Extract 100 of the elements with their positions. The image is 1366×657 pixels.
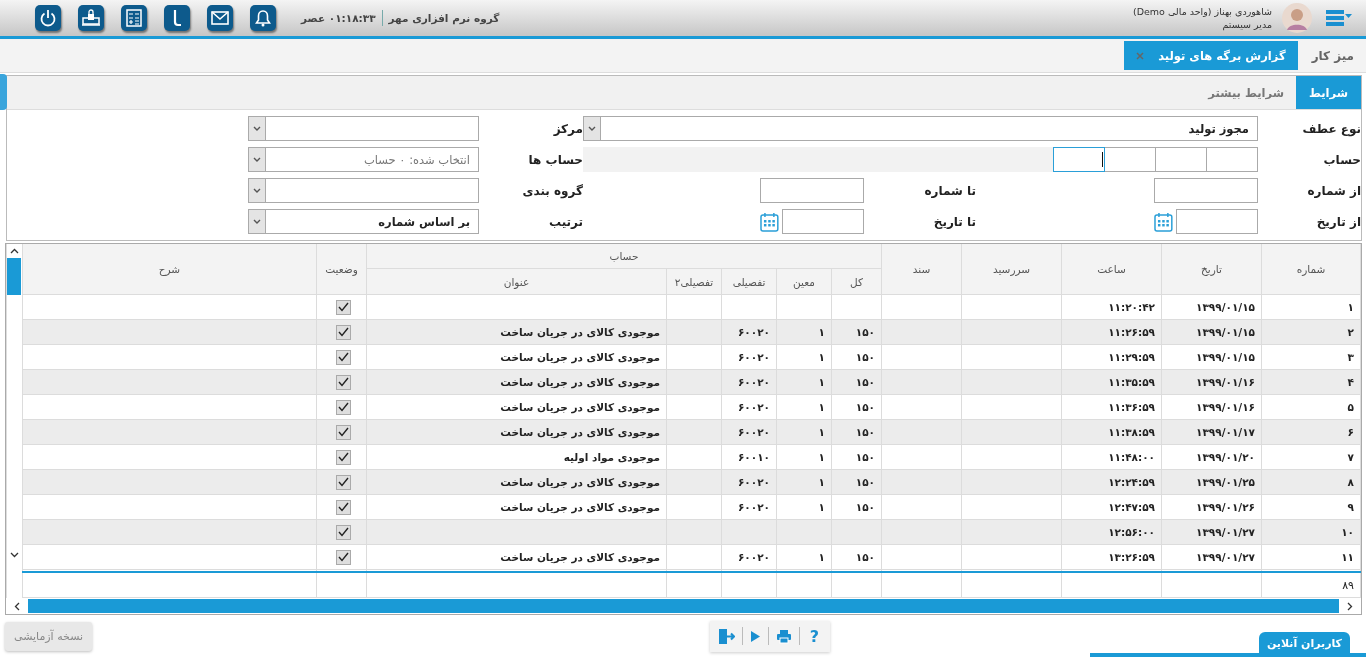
tab[interactable]: شرایط بیشتر — [1196, 76, 1296, 109]
exit-icon[interactable] — [717, 627, 735, 645]
table-cell: ۱ — [818, 426, 825, 438]
checkbox[interactable] — [335, 349, 351, 365]
table-row[interactable]: ۱ ۱۳۹۹/۰۱/۱۵ ۱۱:۲۰:۴۲ — [22, 294, 1361, 320]
table-row[interactable]: ۱۱ ۱۳۹۹/۰۱/۲۷ ۱۳:۲۶:۵۹ ۱۵۰ ۱ ۶۰۰۲۰ موجودی کالای در جریان ساخت — [22, 544, 1361, 570]
checkbox[interactable] — [335, 324, 351, 340]
dropdown-field[interactable]: بر اساس شماره — [248, 209, 479, 234]
dropdown-field[interactable] — [248, 116, 479, 141]
table-cell: ۶۰۰۲۰ — [737, 551, 770, 563]
table-cell: ۱۵۰ — [855, 476, 875, 488]
table-cell: ۱۱:۳۶:۵۹ — [1108, 401, 1155, 413]
table-row[interactable]: ۲ ۱۳۹۹/۰۱/۱۵ ۱۱:۲۶:۵۹ ۱۵۰ ۱ ۶۰۰۲۰ موجودی کالای در جریان ساخت — [22, 319, 1361, 345]
field-label: ترتیب — [547, 214, 583, 229]
checkbox[interactable] — [335, 549, 351, 565]
play-icon[interactable] — [749, 629, 761, 643]
table-cell: موجودی کالای در جریان ساخت — [500, 426, 660, 438]
column-header: سند — [881, 244, 962, 295]
table-cell: ۱۱:۲۹:۵۹ — [1108, 351, 1155, 363]
table-cell: ۱۵۰ — [855, 551, 875, 563]
side-handle[interactable] — [0, 74, 7, 110]
input-field[interactable] — [1206, 147, 1258, 172]
scroll-right-icon[interactable] — [1347, 601, 1353, 611]
table-cell: موجودی کالای در جریان ساخت — [500, 401, 660, 413]
dropdown-field[interactable]: انتخاب شده: ۰ حساب — [248, 147, 479, 172]
hook-icon[interactable] — [164, 5, 190, 31]
column-header: شماره — [1261, 244, 1361, 295]
table-cell: ۵ — [1347, 401, 1354, 413]
table-cell: ۱ — [1347, 301, 1354, 313]
dropdown-field[interactable] — [248, 178, 479, 203]
calendar-icon[interactable] — [1154, 211, 1173, 232]
dropdown-field[interactable]: مجوز تولید — [583, 116, 1258, 141]
tab[interactable]: میز کار — [1297, 39, 1366, 72]
checkbox[interactable] — [335, 449, 351, 465]
scroll-up-icon[interactable] — [10, 248, 19, 254]
avatar — [1282, 3, 1312, 33]
table-cell: ۱۵۰ — [855, 376, 875, 388]
column-header: تفصیلی۲ — [666, 268, 722, 295]
checkbox[interactable] — [335, 374, 351, 390]
power-icon[interactable] — [35, 5, 61, 31]
input-field[interactable] — [1175, 209, 1258, 234]
calendar-icon[interactable] — [760, 211, 779, 232]
column-header: کل — [831, 268, 882, 295]
lock-icon[interactable] — [78, 5, 104, 31]
table-cell: ۳ — [1347, 351, 1354, 363]
table-row[interactable]: ۴ ۱۳۹۹/۰۱/۱۶ ۱۱:۳۵:۵۹ ۱۵۰ ۱ ۶۰۰۲۰ موجودی کالای در جریان ساخت — [22, 369, 1361, 395]
field-label: حساب ها — [527, 152, 583, 167]
input-field[interactable] — [1104, 147, 1156, 172]
input-field[interactable] — [1154, 178, 1258, 203]
table-cell: موجودی کالای در جریان ساخت — [500, 501, 660, 513]
table-row[interactable]: ۷ ۱۳۹۹/۰۱/۲۰ ۱۱:۴۸:۰۰ ۱۵۰ ۱ ۶۰۰۱۰ موجودی مواد اولیه — [22, 444, 1361, 470]
table-cell: ۱۲:۵۶:۰۰ — [1108, 526, 1155, 538]
table-cell: ۶۰۰۲۰ — [737, 326, 770, 338]
print-icon[interactable] — [775, 628, 792, 644]
vertical-scrollbar[interactable] — [6, 244, 22, 598]
checkbox[interactable] — [335, 424, 351, 440]
mail-icon[interactable] — [207, 5, 233, 31]
menu-icon[interactable] — [1326, 9, 1352, 27]
table-row[interactable]: ۹ ۱۳۹۹/۰۱/۲۶ ۱۲:۴۷:۵۹ ۱۵۰ ۱ ۶۰۰۲۰ موجودی کالای در جریان ساخت — [22, 494, 1361, 520]
checkbox[interactable] — [335, 299, 351, 315]
field-label: گروه بندی — [521, 183, 583, 198]
company-name: گروه نرم افزاری مهر — [388, 12, 500, 24]
table-row[interactable]: ۵ ۱۳۹۹/۰۱/۱۶ ۱۱:۳۶:۵۹ ۱۵۰ ۱ ۶۰۰۲۰ موجودی کالای در جریان ساخت — [22, 394, 1361, 420]
input-field[interactable] — [760, 178, 864, 203]
table-cell: ۱۱ — [1341, 551, 1354, 563]
close-icon[interactable] — [1136, 51, 1145, 60]
table-row[interactable]: ۸ ۱۳۹۹/۰۱/۲۵ ۱۲:۲۴:۵۹ ۱۵۰ ۱ ۶۰۰۲۰ موجودی کالای در جریان ساخت — [22, 469, 1361, 495]
table-cell: ۱ — [818, 451, 825, 463]
table-cell: ۱۱:۲۰:۴۲ — [1108, 301, 1155, 313]
checkbox[interactable] — [335, 399, 351, 415]
table-cell: ۶۰۰۲۰ — [737, 426, 770, 438]
field-label: نوع عطف — [1301, 121, 1361, 136]
scroll-down-icon[interactable] — [10, 552, 19, 558]
table-row[interactable]: ۱۰ ۱۳۹۹/۰۱/۲۷ ۱۲:۵۶:۰۰ — [22, 519, 1361, 545]
bell-icon[interactable] — [250, 5, 276, 31]
field-label: مرکز — [552, 121, 583, 136]
user-name: شاهوردی بهناز (واحد مالی Demo) — [1132, 5, 1272, 18]
table-cell: موجودی کالای در جریان ساخت — [500, 551, 660, 563]
table-cell: موجودی کالای در جریان ساخت — [500, 376, 660, 388]
column-header: ساعت — [1061, 244, 1162, 295]
table-cell: موجودی کالای در جریان ساخت — [500, 476, 660, 488]
checkbox[interactable] — [335, 474, 351, 490]
input-field[interactable] — [1053, 147, 1105, 172]
table-cell: ۹ — [1347, 501, 1354, 513]
calculator-icon[interactable] — [121, 5, 147, 31]
chevron-down-icon — [588, 125, 596, 132]
table-row[interactable]: ۶ ۱۳۹۹/۰۱/۱۷ ۱۱:۳۸:۵۹ ۱۵۰ ۱ ۶۰۰۲۰ موجودی کالای در جریان ساخت — [22, 419, 1361, 445]
input-field[interactable] — [1155, 147, 1207, 172]
scroll-left-icon[interactable] — [14, 601, 20, 611]
table-cell: ۱۳۹۹/۰۱/۲۶ — [1196, 501, 1255, 513]
table-cell: ۸ — [1347, 476, 1354, 488]
checkbox[interactable] — [335, 524, 351, 540]
scroll-thumb[interactable] — [7, 258, 22, 295]
table-cell: ۱۳۹۹/۰۱/۲۵ — [1196, 476, 1255, 488]
table-cell: ۶۰۰۲۰ — [737, 401, 770, 413]
scroll-thumb[interactable] — [28, 599, 1339, 613]
table-cell: ۱۳۹۹/۰۱/۱۶ — [1196, 401, 1255, 413]
checkbox[interactable] — [335, 499, 351, 515]
input-field[interactable] — [781, 209, 864, 234]
table-row[interactable]: ۳ ۱۳۹۹/۰۱/۱۵ ۱۱:۲۹:۵۹ ۱۵۰ ۱ ۶۰۰۲۰ موجودی کالای در جریان ساخت — [22, 344, 1361, 370]
